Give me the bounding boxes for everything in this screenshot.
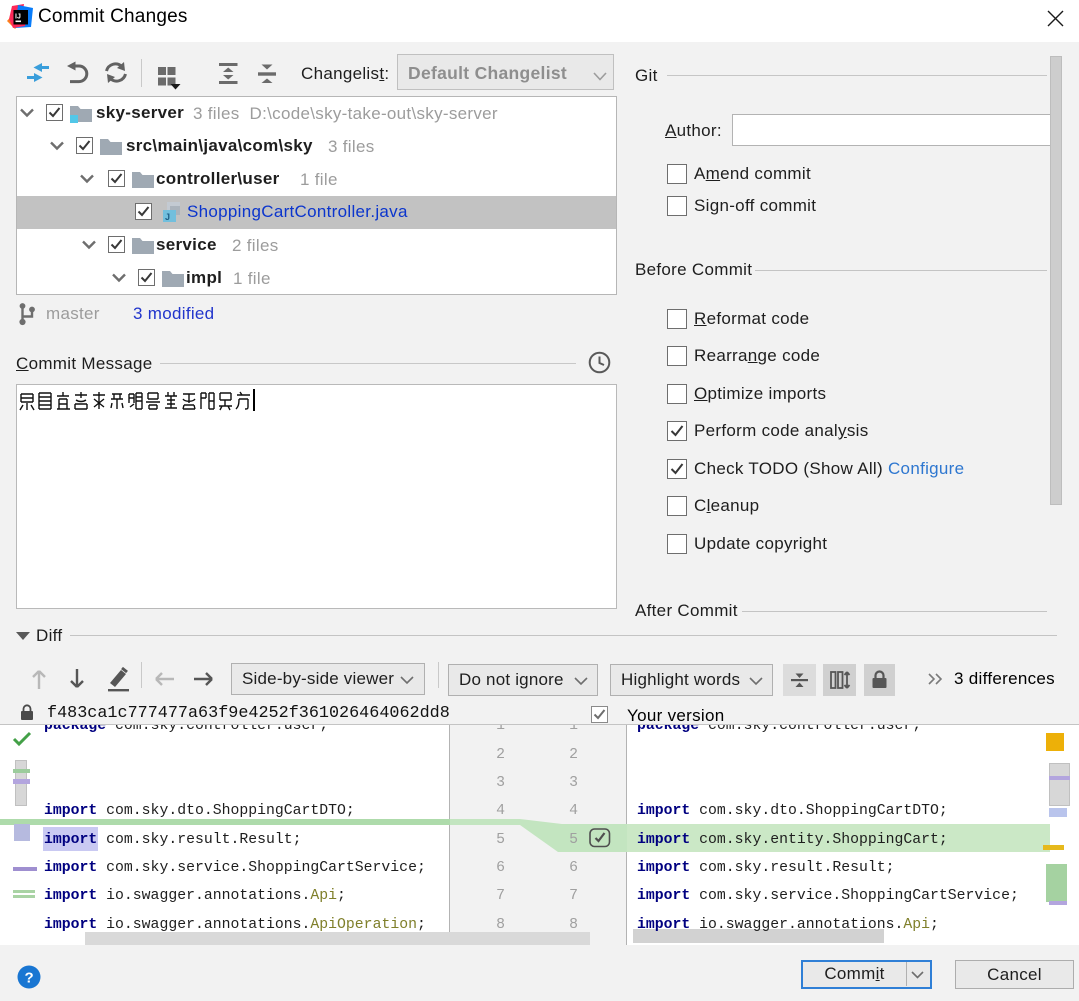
svg-text:IJ: IJ: [15, 14, 21, 21]
svg-text:?: ?: [25, 970, 34, 987]
svg-text:J: J: [165, 212, 170, 222]
